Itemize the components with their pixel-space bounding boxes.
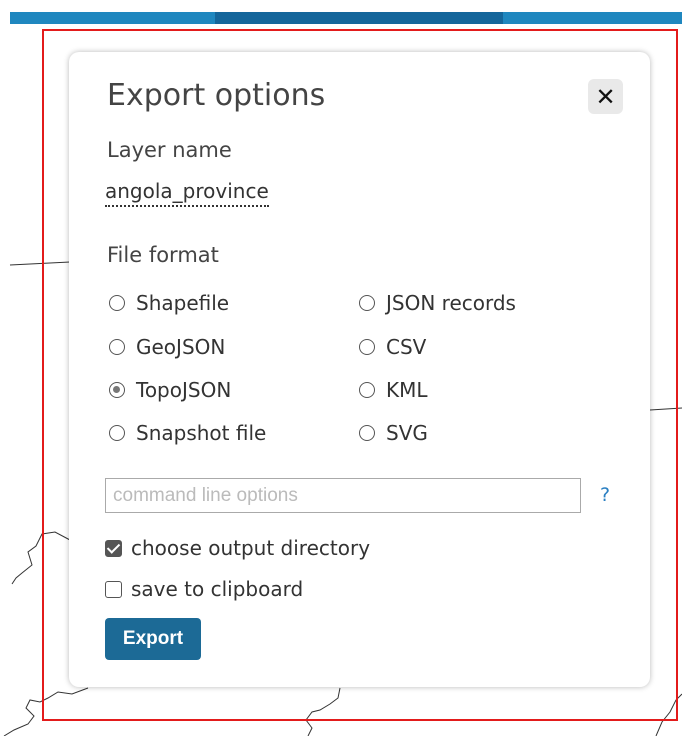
format-option-topojson[interactable]: TopoJSON bbox=[109, 378, 231, 402]
format-option-label: TopoJSON bbox=[136, 378, 232, 402]
format-option-label: Snapshot file bbox=[136, 421, 267, 445]
format-option-svg[interactable]: SVG bbox=[359, 421, 428, 445]
radio-button[interactable] bbox=[109, 295, 125, 311]
format-option-label: CSV bbox=[386, 335, 427, 359]
file-format-label: File format bbox=[107, 243, 219, 267]
radio-button-selected[interactable] bbox=[109, 382, 125, 398]
format-option-csv[interactable]: CSV bbox=[359, 335, 426, 359]
save-to-clipboard-option[interactable]: save to clipboard bbox=[105, 577, 303, 601]
export-button[interactable]: Export bbox=[105, 618, 201, 660]
dialog-title: Export options bbox=[107, 78, 326, 113]
format-option-shapefile[interactable]: Shapefile bbox=[109, 291, 229, 315]
radio-button[interactable] bbox=[359, 295, 375, 311]
close-icon: ✕ bbox=[595, 82, 616, 111]
format-option-snapshot-file[interactable]: Snapshot file bbox=[109, 421, 266, 445]
layer-name-field[interactable]: angola_province bbox=[105, 179, 269, 207]
format-option-label: Shapefile bbox=[136, 291, 230, 315]
format-option-label: JSON records bbox=[386, 291, 516, 315]
command-line-help-link[interactable]: ? bbox=[600, 484, 610, 506]
radio-button[interactable] bbox=[359, 382, 375, 398]
choose-output-directory-label: choose output directory bbox=[131, 536, 371, 560]
checkbox[interactable] bbox=[105, 580, 122, 598]
radio-button[interactable] bbox=[109, 339, 125, 355]
checkbox-checked[interactable] bbox=[105, 539, 122, 557]
format-option-label: SVG bbox=[386, 421, 428, 445]
close-button[interactable]: ✕ bbox=[588, 79, 623, 114]
format-option-json-records[interactable]: JSON records bbox=[359, 291, 516, 315]
radio-button[interactable] bbox=[359, 339, 375, 355]
format-option-label: KML bbox=[386, 378, 428, 402]
radio-button[interactable] bbox=[109, 425, 125, 441]
format-option-label: GeoJSON bbox=[136, 335, 226, 359]
format-option-kml[interactable]: KML bbox=[359, 378, 428, 402]
radio-button[interactable] bbox=[359, 425, 375, 441]
choose-output-directory-option[interactable]: choose output directory bbox=[105, 536, 370, 560]
layer-name-label: Layer name bbox=[107, 138, 232, 162]
format-option-geojson[interactable]: GeoJSON bbox=[109, 335, 225, 359]
export-options-dialog: Export options ✕ Layer name angola_provi… bbox=[69, 52, 650, 687]
command-line-options-input[interactable] bbox=[105, 478, 581, 513]
save-to-clipboard-label: save to clipboard bbox=[131, 577, 304, 601]
